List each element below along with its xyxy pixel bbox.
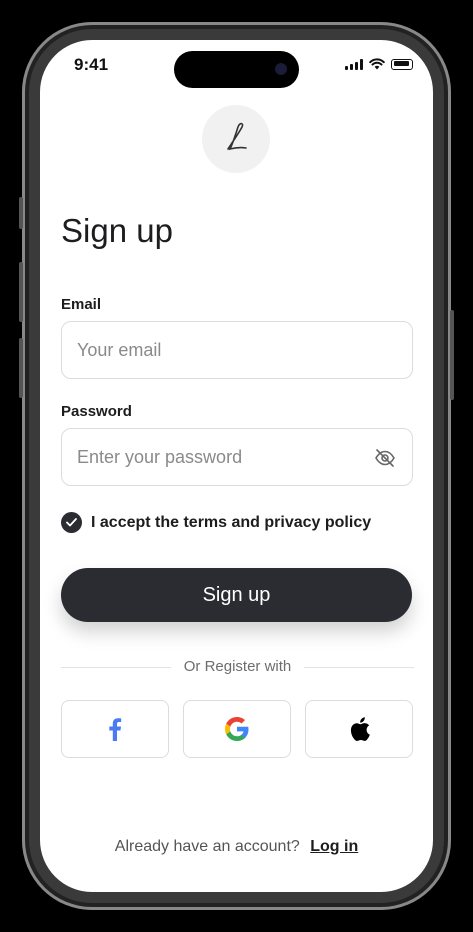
phone-power-button	[450, 310, 454, 400]
phone-volume-up-button	[19, 262, 23, 322]
password-input[interactable]	[77, 429, 367, 485]
log-in-link[interactable]: Log in	[310, 838, 358, 855]
app-logo	[202, 105, 270, 173]
terms-text[interactable]: I accept the terms and privacy policy	[91, 514, 371, 532]
divider-text: Or Register with	[177, 658, 298, 675]
status-bar: 9:41	[40, 40, 433, 90]
google-icon	[225, 717, 249, 741]
email-input[interactable]	[77, 322, 367, 378]
sign-up-button[interactable]: Sign up	[61, 568, 412, 622]
battery-icon	[391, 58, 413, 70]
eye-off-icon[interactable]	[374, 447, 396, 469]
password-field-container	[61, 428, 413, 486]
phone-side-button	[19, 197, 23, 229]
terms-row: I accept the terms and privacy policy	[61, 512, 371, 533]
password-label: Password	[61, 403, 132, 420]
status-icons	[345, 57, 413, 71]
status-time: 9:41	[74, 55, 109, 74]
facebook-button[interactable]	[61, 700, 169, 758]
camera-icon	[275, 63, 287, 75]
wifi-icon	[369, 58, 385, 70]
terms-checkbox[interactable]	[61, 512, 82, 533]
email-label: Email	[61, 296, 102, 313]
signature-logo-icon	[227, 122, 247, 151]
phone-volume-down-button	[19, 338, 23, 398]
or-register-divider: Or Register with	[61, 657, 414, 677]
footer-prompt-text: Already have an account?	[114, 838, 300, 855]
dynamic-island	[174, 51, 299, 88]
page-title: Sign up	[61, 212, 173, 249]
google-button[interactable]	[183, 700, 291, 758]
checkmark-icon	[66, 518, 77, 527]
email-field-container	[61, 321, 413, 379]
app-screen: 9:41 Sign up Email Password	[40, 40, 433, 892]
apple-icon	[350, 717, 370, 741]
apple-button[interactable]	[305, 700, 413, 758]
facebook-icon	[109, 718, 122, 741]
footer-login-prompt: Already have an account? Log in	[40, 838, 433, 856]
cellular-signal-icon	[345, 58, 363, 70]
